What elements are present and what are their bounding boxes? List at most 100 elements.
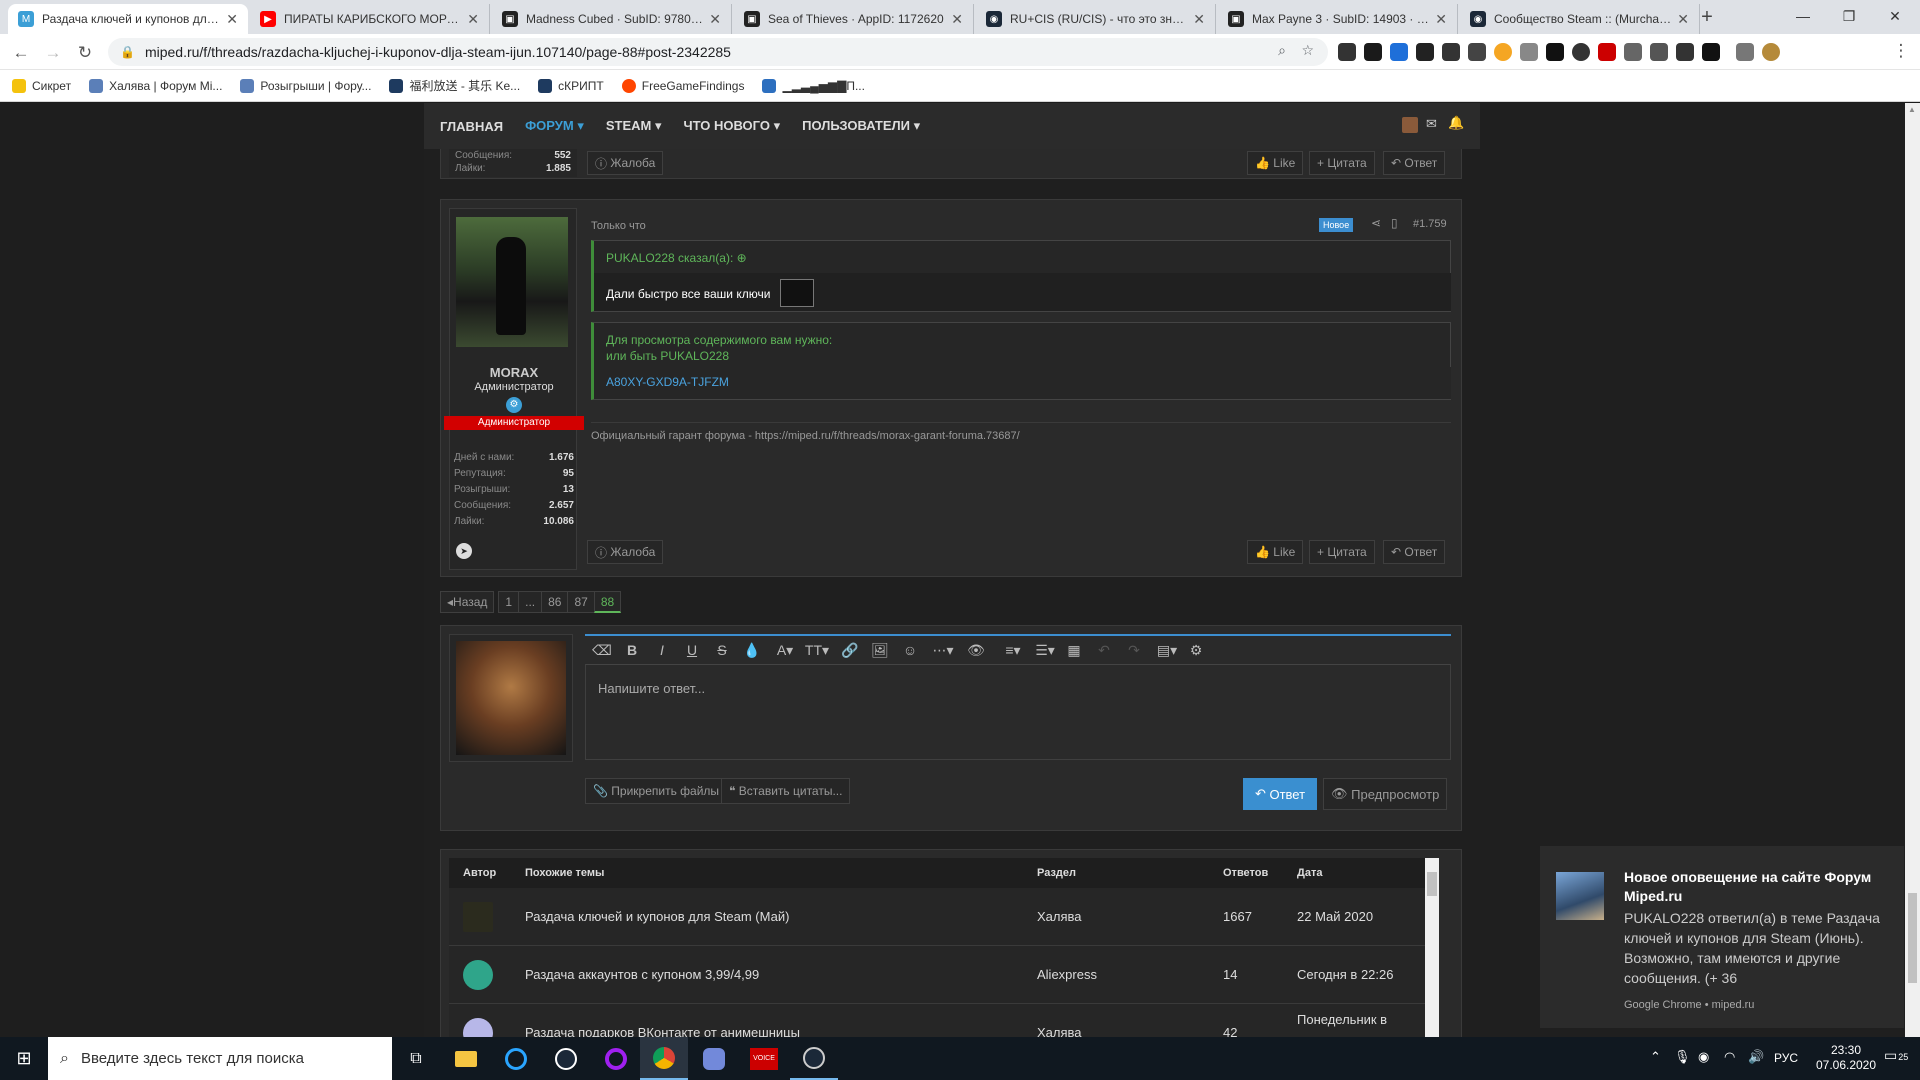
reload-icon[interactable]: ↻ <box>74 42 96 64</box>
more-icon[interactable]: ⋯▾ <box>929 639 957 661</box>
nav-whats-new[interactable]: ЧТО НОВОГО ▾ <box>683 118 780 134</box>
tab-close-icon[interactable]: ✕ <box>951 11 963 28</box>
discord-icon[interactable] <box>690 1037 738 1080</box>
nav-home[interactable]: ГЛАВНАЯ <box>440 119 503 134</box>
report-button[interactable]: ⓘ Жалоба <box>587 540 664 564</box>
thread-section[interactable]: Aliexpress <box>1037 967 1097 982</box>
bookmark-item[interactable]: Халява | Форум Mi... <box>89 78 222 93</box>
page-current[interactable]: 88 <box>593 591 622 613</box>
reply-button[interactable]: ↶ Ответ <box>1383 540 1446 564</box>
share-icon[interactable]: ⋖ <box>1371 216 1381 230</box>
profile-avatar[interactable] <box>1762 43 1780 61</box>
extension-icon-15[interactable] <box>1702 43 1720 61</box>
taskbar-search[interactable]: ⌕ Введите здесь текст для поиска <box>48 1037 392 1080</box>
settings-icon[interactable]: ⚙ <box>1185 639 1207 661</box>
reply-textarea[interactable]: Напишите ответ... <box>585 664 1451 760</box>
media-icon[interactable] <box>1736 43 1754 61</box>
scrollbar-thumb[interactable] <box>1908 893 1917 983</box>
thread-title[interactable]: Раздача аккаунтов с купоном 3,99/4,99 <box>525 967 759 982</box>
page-link[interactable]: 86 <box>541 591 568 613</box>
bookmark-item[interactable]: сКРИПТ <box>538 78 604 93</box>
clock[interactable]: 23:30 07.06.2020 <box>1812 1043 1880 1073</box>
bookmark-star-icon[interactable]: ☆ <box>1301 42 1314 59</box>
eraser-icon[interactable]: ⌫ <box>591 639 613 661</box>
scrollbar-up-arrow[interactable]: ▲ <box>1908 105 1916 114</box>
bold-icon[interactable]: B <box>621 639 643 661</box>
extension-icon-11[interactable] <box>1598 43 1616 61</box>
file-explorer-icon[interactable] <box>442 1037 490 1080</box>
extension-icon-12[interactable] <box>1624 43 1642 61</box>
page-scrollbar[interactable]: ▲ <box>1905 103 1920 1037</box>
app-icon-blue[interactable] <box>492 1037 540 1080</box>
thread-title[interactable]: Раздача ключей и купонов для Steam (Май) <box>525 909 789 924</box>
scrollbar-thumb[interactable] <box>1427 872 1437 896</box>
zoom-icon[interactable]: ⌕ <box>1278 42 1286 59</box>
notification-toast[interactable]: Новое оповещение на сайте Форум Miped.ru… <box>1540 846 1904 1028</box>
post-author-name[interactable]: MORAX <box>450 365 578 380</box>
new-tab-button[interactable]: + <box>1694 6 1720 28</box>
post-time[interactable]: Только что <box>591 220 646 232</box>
extension-icon-8[interactable] <box>1520 43 1538 61</box>
thread-section[interactable]: Халява <box>1037 1025 1082 1037</box>
menu-icon[interactable]: ⋮ <box>1890 40 1912 62</box>
table-icon[interactable]: ▦ <box>1063 639 1085 661</box>
close-window-button[interactable]: ✕ <box>1872 0 1918 32</box>
extension-icon-10[interactable] <box>1572 43 1590 61</box>
table-scrollbar[interactable] <box>1425 858 1439 1037</box>
forward-icon[interactable]: → <box>42 42 64 64</box>
tab-close-icon[interactable]: ✕ <box>467 11 479 28</box>
reply-button[interactable]: ↶ Ответ <box>1383 151 1446 175</box>
post-number[interactable]: #1.759 <box>1413 218 1447 230</box>
app-icon-ring[interactable] <box>592 1037 640 1080</box>
like-button[interactable]: 👍 Like <box>1247 151 1304 175</box>
extension-icon-2[interactable] <box>1364 43 1382 61</box>
tab-close-icon[interactable]: ✕ <box>709 11 721 28</box>
table-row[interactable]: Раздача подарков ВКонтакте от анимешницы… <box>449 1004 1439 1037</box>
user-avatar-icon[interactable] <box>1402 117 1418 133</box>
nav-users[interactable]: ПОЛЬЗОВАТЕЛИ ▾ <box>802 118 920 134</box>
tab-close-icon[interactable]: ✕ <box>1677 11 1689 28</box>
microphone-icon[interactable]: 🎙 <box>1674 1049 1691 1065</box>
quote-author[interactable]: PUKALO228 сказал(а): ⊕ <box>606 251 747 265</box>
bookmark-item[interactable]: FreeGameFindings <box>621 78 744 93</box>
bookmark-item[interactable]: Сикрет <box>12 78 71 93</box>
action-center-icon[interactable]: ▭25 <box>1884 1047 1908 1064</box>
preview-button[interactable]: 👁 Предпросмотр <box>1323 778 1448 810</box>
tray-chevron-icon[interactable]: ⌃ <box>1650 1049 1661 1065</box>
table-row[interactable]: Раздача аккаунтов с купоном 3,99/4,99 Ali… <box>449 946 1439 1004</box>
align-icon[interactable]: ≡▾ <box>999 639 1027 661</box>
language-indicator[interactable]: РУС <box>1774 1051 1798 1065</box>
voicemeeter-icon[interactable]: VOICE <box>740 1037 788 1080</box>
page-ellipsis[interactable]: ... <box>518 591 542 613</box>
image-icon[interactable]: 🖼 <box>869 639 891 661</box>
browser-tab[interactable]: ◉ Сообщество Steam :: (Murchand ✕ <box>1460 4 1700 34</box>
steam-icon[interactable] <box>542 1037 590 1080</box>
page-link[interactable]: 1 <box>498 591 519 613</box>
network-icon[interactable]: ◠ <box>1724 1049 1735 1065</box>
browser-tab[interactable]: M Раздача ключей и купонов для Steam ✕ <box>8 4 248 34</box>
steam-tray-icon[interactable]: ◉ <box>1698 1049 1709 1065</box>
bookmark-item[interactable]: ▁▂▃▄▅▆▇П... <box>762 78 865 93</box>
like-button[interactable]: 👍 Like <box>1247 540 1304 564</box>
browser-tab[interactable]: ▶ ПИРАТЫ КАРИБСКОГО МОРЯ: На ✕ <box>250 4 490 34</box>
emoji-icon[interactable]: ☺ <box>899 639 921 661</box>
tab-close-icon[interactable]: ✕ <box>1193 11 1205 28</box>
table-row[interactable]: Раздача ключей и купонов для Steam (Май)… <box>449 888 1439 946</box>
report-button[interactable]: ⓘ Жалоба <box>587 151 664 175</box>
tab-close-icon[interactable]: ✕ <box>226 11 238 28</box>
extension-icon-7[interactable] <box>1494 43 1512 61</box>
pagination-back[interactable]: ◂ Назад <box>440 591 495 613</box>
undo-icon[interactable]: ↶ <box>1093 639 1115 661</box>
bookmark-item[interactable]: Розыгрыши | Фору... <box>240 78 371 93</box>
task-view-icon[interactable]: ⧉ <box>392 1037 440 1080</box>
attach-files-button[interactable]: 📎 Прикрепить файлы <box>585 778 728 804</box>
nav-steam[interactable]: STEAM ▾ <box>606 118 662 134</box>
back-icon[interactable]: ← <box>10 42 32 64</box>
thread-section[interactable]: Халява <box>1037 909 1082 924</box>
maximize-button[interactable]: ❐ <box>1826 0 1872 32</box>
browser-tab[interactable]: ▣ Max Payne 3 · SubID: 14903 · Stea ✕ <box>1218 4 1458 34</box>
steam-key[interactable]: A80XY-GXD9A-TJFZM <box>606 375 729 389</box>
quote-button[interactable]: + Цитата <box>1309 540 1375 564</box>
steam-active-icon[interactable] <box>790 1037 838 1080</box>
drafts-icon[interactable]: ▤▾ <box>1153 639 1181 661</box>
